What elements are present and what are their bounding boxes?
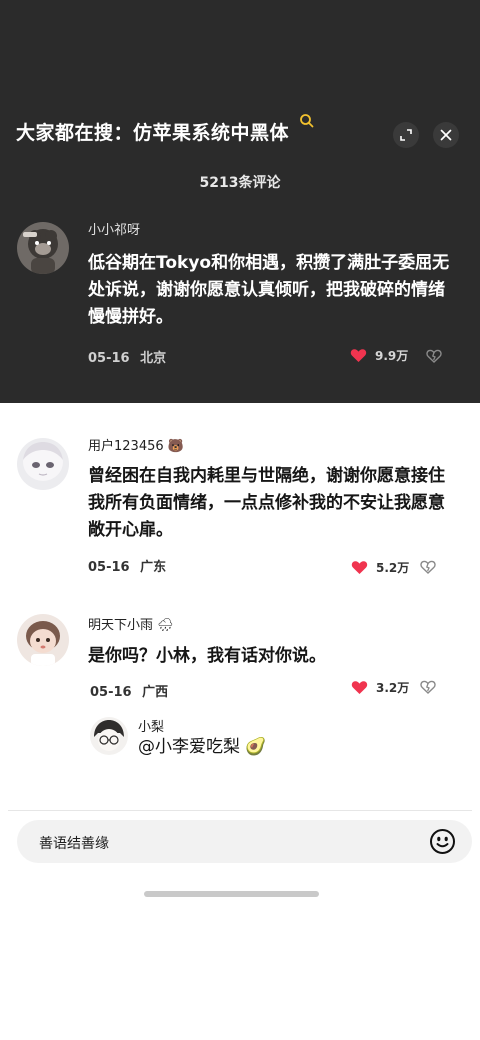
comment-date: 05-16 [88, 560, 130, 575]
comment-location: 北京 [140, 351, 167, 366]
heart-icon [351, 561, 368, 574]
comment-author[interactable]: 用户123456 🐻 [88, 435, 184, 454]
avatar[interactable] [17, 222, 69, 274]
avatar[interactable] [90, 717, 128, 755]
dislike-icon[interactable] [420, 679, 436, 695]
video-overlay-background [0, 0, 480, 403]
search-icon[interactable] [298, 112, 316, 130]
smiley-icon[interactable] [429, 828, 456, 855]
heart-icon [351, 681, 368, 694]
search-suggestion-text[interactable]: 大家都在搜：仿苹果系统中黑体 [16, 118, 289, 145]
avatar[interactable] [17, 438, 69, 490]
comment-location: 广东 [140, 560, 167, 575]
comment-text: 曾经困在自我内耗里与世隔绝，谢谢你愿意接住我所有负面情绪，一点点修补我的不安让我… [88, 466, 445, 540]
comment-meta: 05-16 北京 [88, 347, 166, 366]
expand-icon[interactable] [393, 122, 419, 148]
close-icon[interactable] [433, 122, 459, 148]
like-button[interactable]: 5.2万 [351, 559, 409, 576]
comment-date: 05-16 [88, 351, 130, 366]
comment-author[interactable]: 小小祁呀 [88, 219, 140, 238]
like-count: 3.2万 [376, 681, 410, 695]
comment-location: 广西 [142, 685, 169, 700]
dislike-icon[interactable] [426, 348, 442, 364]
avatar[interactable] [17, 614, 69, 666]
dislike-icon[interactable] [420, 559, 436, 575]
comment-text: 是你吗？小林，我有话对你说。 [88, 646, 326, 666]
reply-text: @小李爱吃梨 🥑 [138, 737, 267, 757]
comment-input[interactable]: 善语结善缘 [17, 820, 472, 863]
reply-author[interactable]: 小梨 [138, 716, 164, 735]
home-indicator[interactable] [144, 891, 319, 897]
comment-input-placeholder: 善语结善缘 [39, 836, 109, 852]
comment-meta: 05-16 广西 [90, 681, 168, 700]
comment-date: 05-16 [90, 685, 132, 700]
like-button[interactable]: 3.2万 [351, 679, 409, 696]
search-suggestion-bar[interactable]: 大家都在搜：仿苹果系统中黑体 [0, 112, 480, 152]
like-count: 9.9万 [375, 349, 409, 363]
heart-icon [350, 349, 367, 362]
like-count: 5.2万 [376, 561, 410, 575]
divider [8, 810, 472, 811]
like-button[interactable]: 9.9万 [350, 347, 408, 364]
comment-text: 低谷期在Tokyo和你相遇，积攒了满肚子委屈无处诉说，谢谢你愿意认真倾听，把我破… [88, 253, 450, 327]
comment-author[interactable]: 明天下小雨 🌧 [88, 614, 174, 633]
comment-count: 5213条评论 [199, 175, 281, 191]
comment-meta: 05-16 广东 [88, 556, 166, 575]
